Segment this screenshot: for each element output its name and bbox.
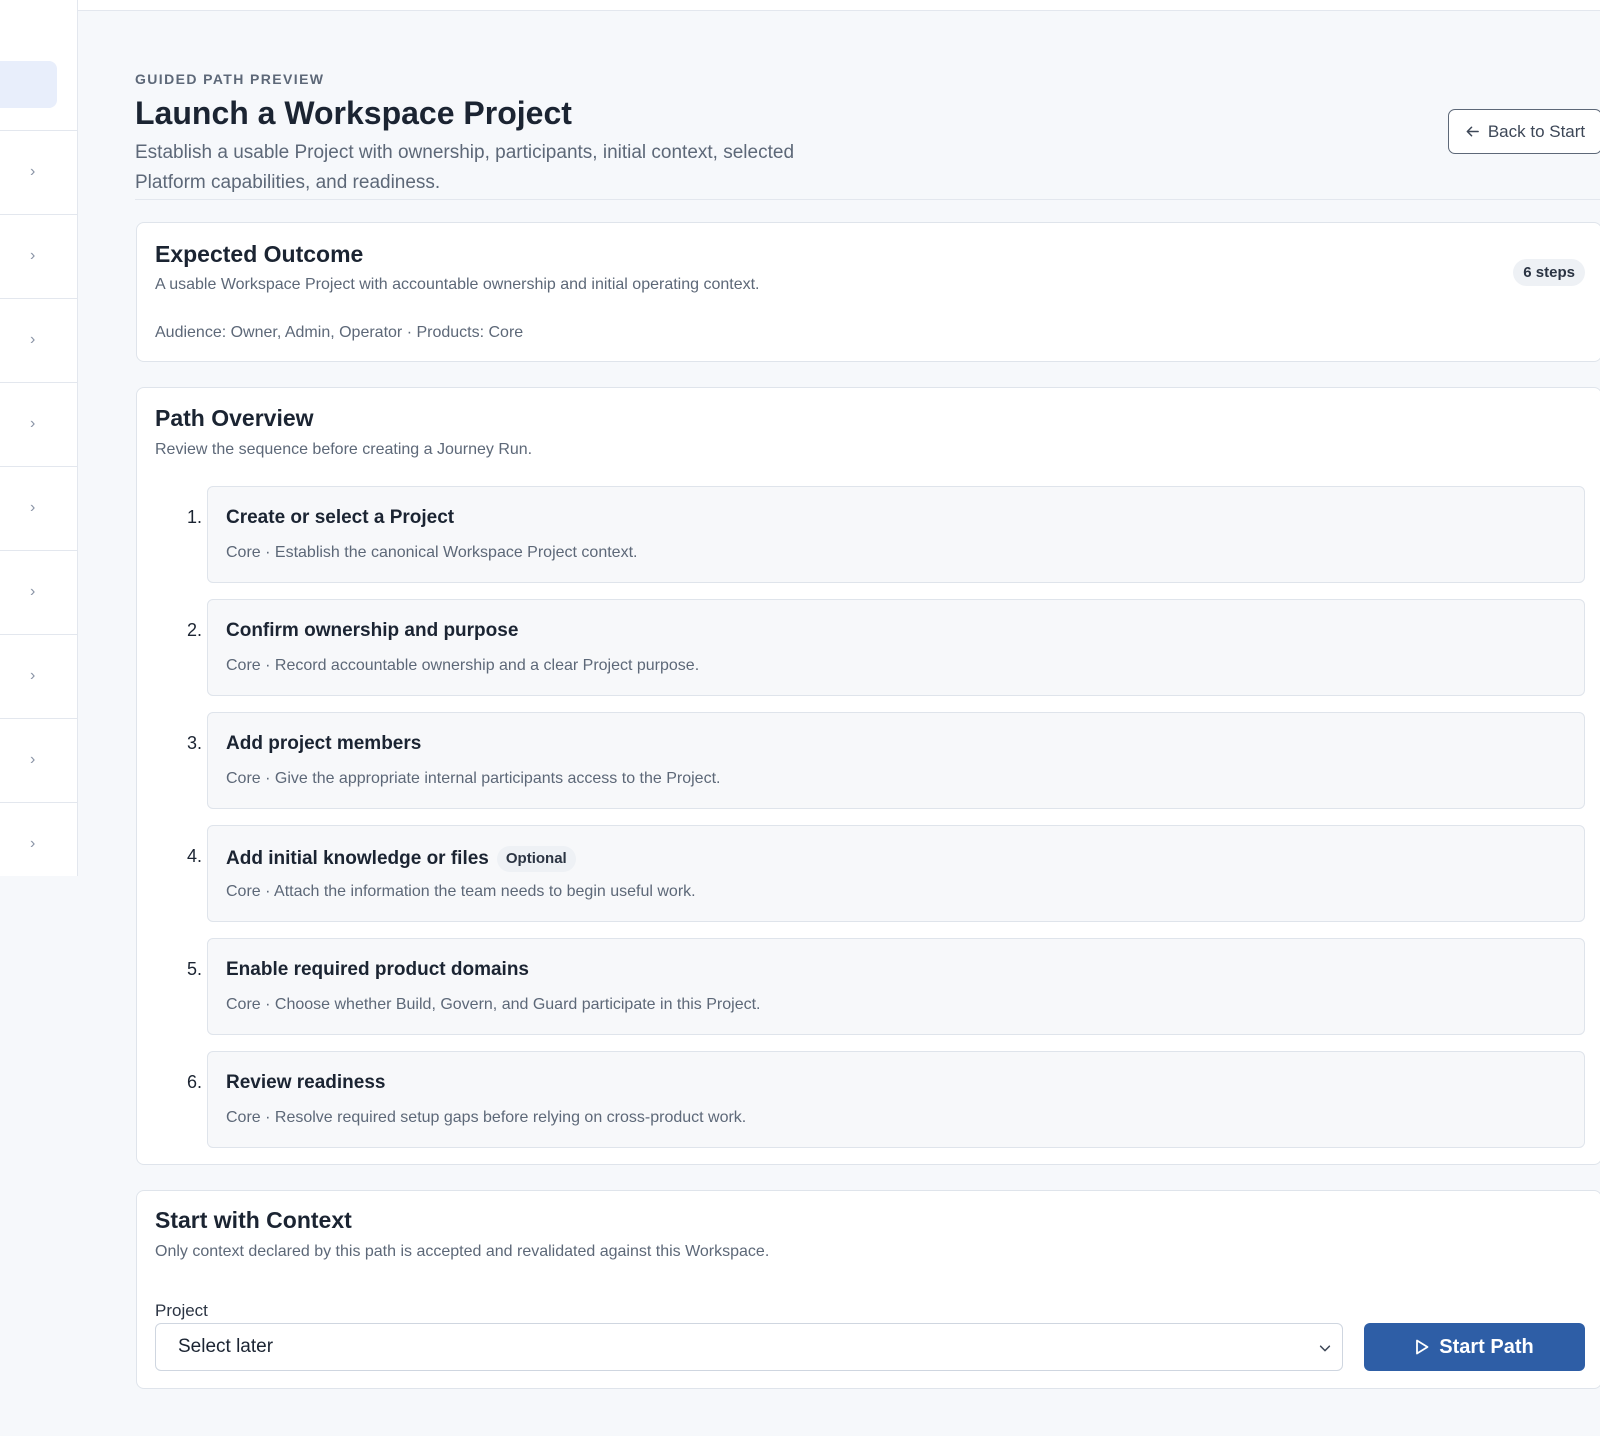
header-divider [135, 199, 1600, 200]
step-description: Core · Record accountable ownership and … [226, 657, 700, 674]
chevron-right-icon: › [30, 499, 36, 516]
start-path-label: Start Path [1439, 1335, 1534, 1358]
step-title: Create or select a Project [226, 507, 455, 528]
step-number: 2. [186, 620, 202, 640]
expected-outcome-card: Expected Outcome A usable Workspace Proj… [136, 222, 1600, 362]
step-description: Core · Choose whether Build, Govern, and… [226, 996, 761, 1013]
page-title: Launch a Workspace Project [135, 95, 572, 131]
project-select[interactable]: Select later [155, 1323, 1343, 1371]
project-field-label: Project [155, 1301, 208, 1320]
chevron-right-icon: › [30, 415, 36, 432]
start-context-card: Start with Context Only context declared… [136, 1190, 1600, 1389]
outcome-description: A usable Workspace Project with accounta… [155, 276, 760, 293]
page-eyebrow: GUIDED PATH PREVIEW [135, 71, 325, 87]
step-item: 4. Add initial knowledge or files Option… [187, 825, 1585, 922]
sidebar-item[interactable]: › [0, 802, 78, 876]
step-number: 4. [186, 846, 202, 866]
sidebar-item[interactable]: › [0, 214, 78, 299]
play-icon [1416, 1339, 1429, 1355]
step-title: Review readiness [226, 1072, 386, 1093]
sidebar-item[interactable]: › [0, 298, 78, 383]
chevron-right-icon: › [30, 163, 36, 180]
chevron-right-icon: › [30, 583, 36, 600]
arrow-left-icon [1466, 126, 1479, 137]
step-description: Core · Resolve required setup gaps befor… [226, 1109, 747, 1126]
path-overview-card: Path Overview Review the sequence before… [136, 387, 1600, 1165]
step-title: Confirm ownership and purpose [226, 620, 519, 641]
step-description: Core · Attach the information the team n… [226, 883, 696, 900]
sidebar-item[interactable]: › [0, 634, 78, 719]
step-item: 3. Add project members Core · Give the a… [187, 712, 1585, 809]
sidebar-item[interactable]: › [0, 130, 78, 215]
chevron-right-icon: › [30, 667, 36, 684]
outcome-meta: Audience: Owner, Admin, Operator · Produ… [155, 324, 524, 341]
step-item: 2. Confirm ownership and purpose Core · … [187, 599, 1585, 696]
step-item: 1. Create or select a Project Core · Est… [187, 486, 1585, 583]
step-number: 3. [186, 733, 202, 753]
step-number: 6. [186, 1072, 202, 1092]
step-count-badge: 6 steps [1513, 259, 1585, 286]
context-subtitle: Only context declared by this path is ac… [155, 1243, 770, 1260]
step-description: Core · Give the appropriate internal par… [226, 770, 721, 787]
top-bar [78, 0, 1600, 11]
chevron-right-icon: › [30, 247, 36, 264]
chevron-down-icon [1319, 1345, 1331, 1352]
step-description: Core · Establish the canonical Workspace… [226, 544, 638, 561]
optional-badge: Optional [496, 846, 576, 872]
sidebar-item[interactable]: › [0, 718, 78, 803]
chevron-right-icon: › [30, 751, 36, 768]
sidebar-item[interactable]: › [0, 550, 78, 635]
chevron-right-icon: › [30, 835, 36, 852]
step-item: 5. Enable required product domains Core … [187, 938, 1585, 1035]
back-to-start-button[interactable]: Back to Start [1448, 109, 1600, 154]
step-number: 5. [186, 959, 202, 979]
overview-subtitle: Review the sequence before creating a Jo… [155, 441, 533, 458]
page-description: Establish a usable Project with ownershi… [135, 142, 795, 193]
step-title: Add initial knowledge or files [226, 848, 489, 869]
sidebar-item-active[interactable] [0, 61, 57, 108]
step-item: 6. Review readiness Core · Resolve requi… [187, 1051, 1585, 1148]
project-select-value: Select later [178, 1336, 274, 1357]
sidebar: › › › › › › › › › [0, 0, 78, 876]
sidebar-item[interactable]: › [0, 466, 78, 551]
step-number: 1. [186, 507, 202, 527]
sidebar-item[interactable]: › [0, 382, 78, 467]
card-title: Path Overview [155, 405, 314, 431]
card-title: Start with Context [155, 1207, 352, 1233]
step-title: Add project members [226, 733, 422, 754]
start-path-button[interactable]: Start Path [1364, 1323, 1585, 1371]
step-title: Enable required product domains [226, 959, 529, 980]
card-title: Expected Outcome [155, 241, 364, 267]
chevron-right-icon: › [30, 331, 36, 348]
back-to-start-label: Back to Start [1487, 121, 1586, 141]
